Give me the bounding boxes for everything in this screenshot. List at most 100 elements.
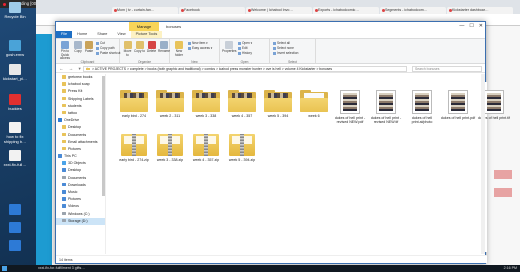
nav-item[interactable]: Documents [56,175,105,182]
close-button[interactable]: ✕ [479,23,483,30]
nav-item-label: Videos [68,204,79,209]
rename-button[interactable]: Rename [158,41,170,54]
nav-item[interactable]: Music [56,189,105,196]
folder-icon [62,139,66,144]
nav-scrollbar[interactable] [102,76,105,196]
zip-item[interactable]: week 5 - 394.zip [223,134,261,162]
nav-item[interactable]: Desktop [56,124,105,131]
browser-tab[interactable]: Facebook [179,7,245,14]
minimize-button[interactable]: — [459,23,464,30]
zip-item[interactable]: week 4 - 357.zip [187,134,225,162]
nav-item[interactable]: Pictures [56,196,105,203]
ribbon-tabs: File Home Share View Picture Tools [56,31,485,38]
nav-item[interactable]: Shipping Labels [56,96,105,103]
desktop-icon[interactable] [2,204,28,216]
desktop-icon[interactable]: how to fix shipping b… [2,122,28,144]
desktop-icon[interactable]: buckies [2,94,28,111]
nav-item[interactable]: 3D Objects [56,160,105,167]
desktop-icon-label: how to fix shipping b… [3,134,27,144]
folder-item[interactable]: early bird - 274 [115,90,153,118]
desktop-icon[interactable] [2,222,28,234]
nav-item[interactable]: gretcrew books [56,74,105,81]
tab-share[interactable]: Share [92,31,112,38]
browser-tab[interactable]: Welcome | Ichabod Invo… [246,7,312,14]
nav-item[interactable]: Email attachments [56,139,105,146]
desktop-icon[interactable]: gosh.emw [2,40,28,57]
content-scrollbar[interactable] [481,74,485,254]
image-file-icon [340,90,360,114]
select-none-button[interactable]: Select none [273,46,294,50]
file-name: week 5 - 394 [267,114,289,118]
file-name: week 5 - 394.zip [228,158,256,162]
pin-icon [61,41,69,49]
desktop-icon[interactable]: Recycle Bin [2,2,28,19]
easy-access-button[interactable]: Easy access ▾ [188,46,212,50]
edit-button[interactable]: Edit [238,46,248,50]
paste-button[interactable]: Paste [84,41,94,54]
file-item[interactable]: dukes of hell print.pdf [439,90,477,120]
tab-file[interactable]: File [56,31,73,38]
zip-item[interactable]: week 3 - 338.zip [151,134,189,162]
nav-item[interactable]: Videos [56,203,105,210]
tab-picture-tools[interactable]: Picture Tools [130,31,163,38]
nav-item[interactable]: Press Kit [56,88,105,95]
zip-item[interactable]: early bird - 274.zip [115,134,153,162]
open-button[interactable]: Open ▾ [238,41,252,45]
file-icon [9,2,21,13]
desktop-icon[interactable]: xxxi-fix-full… [2,150,28,167]
pin-quick-access-button[interactable]: Pin to Quick access [58,41,72,61]
folder-item[interactable]: week 5 - 394 [259,90,297,118]
nav-item[interactable]: Pictures [56,146,105,153]
browser-tab[interactable]: Exports - ichabodcomic… [313,7,379,14]
folder-item[interactable]: week 2 - 311 [151,90,189,118]
select-all-button[interactable]: Select all [273,41,290,45]
nav-item[interactable]: OneDrive [56,117,105,124]
folder-item[interactable]: week 3 - 338 [187,90,225,118]
taskbar-item[interactable]: xxxi-fix-for-fulfillment 3 gifts… [38,265,85,272]
tab-home[interactable]: Home [72,31,92,38]
nav-item[interactable]: Desktop [56,167,105,174]
nav-item[interactable]: Windows (C:) [56,211,105,218]
window-controls: — ☐ ✕ [459,23,483,30]
new-item-button[interactable]: New item ▾ [188,41,208,45]
browser-tab[interactable]: Segments - ichabodcom… [380,7,446,14]
folder-icon [192,90,220,112]
zip-icon [157,134,183,156]
maximize-button[interactable]: ☐ [469,23,473,30]
folder-icon [156,90,184,112]
manage-tab[interactable]: Manage [129,22,159,31]
copy-path-button[interactable]: Copy path [96,46,115,50]
properties-button[interactable]: Properties [222,41,237,54]
nav-item[interactable]: students [56,103,105,110]
file-item[interactable]: dukes of hell print - revised NEW.pdf [331,90,369,124]
file-item[interactable]: dukes of hell print - revised NEW.tif [367,90,405,124]
cut-button[interactable]: Cut [96,41,105,45]
history-button[interactable]: History [238,51,252,55]
nav-item[interactable]: Downloads [56,182,105,189]
desktop-icon[interactable]: kickstart_pi… [2,64,28,81]
tab-view[interactable]: View [112,31,130,38]
nav-item[interactable]: Storage (D:) [56,217,105,225]
address-bar[interactable]: > ACTIVE PROJECTS > complete > books (bo… [83,65,407,72]
new-folder-button[interactable]: New folder [172,41,186,57]
browser-tab[interactable]: Kickstarter dashboar… [447,7,513,14]
start-icon[interactable] [2,266,7,271]
browser-tab[interactable]: Mom | tv - curtain-fan… [112,7,178,14]
desktop-icon[interactable] [2,240,28,252]
folder-item[interactable]: week 6 [295,90,333,118]
file-item[interactable]: dukes of hell print.ai/photo [403,90,441,124]
paste-shortcut-button[interactable]: Paste shortcut [96,51,120,55]
folder-item[interactable]: week 4 - 357 [223,90,261,118]
search-input[interactable]: Search bonuses [412,65,482,72]
copy-button[interactable]: Copy [73,41,83,54]
delete-button[interactable]: Delete [146,41,157,54]
copy-to-button[interactable]: Copy to [134,41,145,54]
nav-item[interactable]: Documents [56,132,105,139]
nav-item[interactable]: Ichabod soap [56,81,105,88]
move-to-button[interactable]: Move to [122,41,133,57]
file-icon [9,204,21,215]
nav-item[interactable]: This PC [56,153,105,160]
nav-item[interactable]: tattoo [56,110,105,117]
invert-selection-button[interactable]: Invert selection [273,51,298,55]
image-file-icon [484,90,504,114]
